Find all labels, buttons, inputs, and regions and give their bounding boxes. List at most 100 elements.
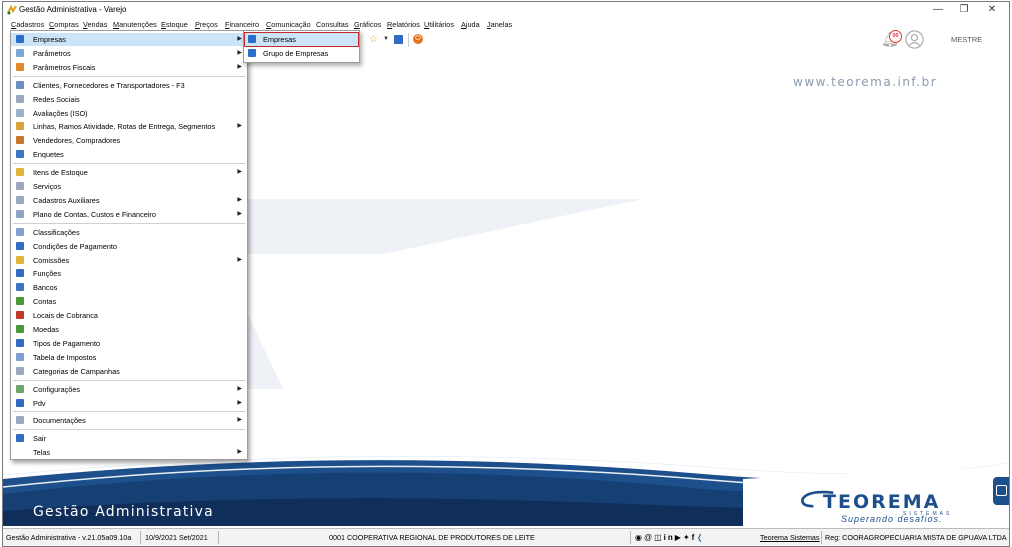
status-date: 10/9/2021 Set/2021 [145, 533, 208, 542]
menu-item-label: Sair [33, 434, 46, 444]
menu-precos[interactable]: Preços [195, 20, 218, 29]
linkedin-icon[interactable]: in [664, 533, 675, 542]
menu-item-empresas[interactable]: Empresas ▶ [11, 33, 247, 46]
menu-item-enquetes[interactable]: Enquetes [11, 148, 247, 161]
status-divider [630, 531, 631, 544]
params-icon [16, 48, 24, 57]
menu-separator [13, 75, 245, 77]
menu-compras[interactable]: Compras [49, 20, 79, 29]
menu-janelas[interactable]: Janelas [487, 20, 512, 29]
stock-icon [16, 168, 24, 177]
empresas-submenu: Empresas Grupo de Empresas [243, 30, 360, 63]
power-icon[interactable]: ⏻ [413, 34, 423, 44]
menu-consultas[interactable]: Consultas [316, 20, 348, 29]
rating-icon [16, 108, 24, 117]
menu-item-servicos[interactable]: Serviços [11, 180, 247, 193]
menu-item-tipos-de-pagamento[interactable]: Tipos de Pagamento [11, 337, 247, 350]
menu-item-itens-de-estoque[interactable]: Itens de Estoque ▶ [11, 166, 247, 179]
menu-item-locais-de-cobranca[interactable]: Locais de Cobranca [11, 309, 247, 322]
menu-item-funcoes[interactable]: Funções [11, 267, 247, 280]
commission-icon [16, 255, 24, 264]
menu-relatorios[interactable]: Relatórios [387, 20, 420, 29]
title-bar: Gestão Administrativa - Varejo — ❐ ✕ [3, 2, 1009, 18]
teorema-small-icon[interactable]: ❬ [696, 533, 705, 542]
menu-financeiro[interactable]: Financeiro [225, 20, 259, 29]
close-button[interactable]: ✕ [975, 2, 1009, 18]
menu-item-bancos[interactable]: Bancos [11, 281, 247, 294]
submenu-arrow-icon: ▶ [237, 196, 242, 203]
submenu-arrow-icon: ▶ [237, 399, 242, 406]
submenu-arrow-icon: ▶ [237, 210, 242, 217]
twitter-icon[interactable]: ✦ [683, 533, 692, 542]
menu-item-tabela-de-impostos[interactable]: Tabela de Impostos [11, 351, 247, 364]
menu-item-avaliacoes-iso[interactable]: Avaliações (ISO) [11, 107, 247, 120]
fiscal-icon [16, 62, 24, 71]
menu-item-moedas[interactable]: Moedas [11, 323, 247, 336]
menu-cadastros[interactable]: Cadastros [11, 20, 44, 29]
menu-item-comissoes[interactable]: Comissões ▶ [11, 254, 247, 267]
status-bar: Gestão Administrativa - v.21.05a09.10a 1… [3, 528, 1009, 546]
menu-manutencoes[interactable]: Manutenções [113, 20, 157, 29]
menu-item-cadastros-auxiliares[interactable]: Cadastros Auxiliares ▶ [11, 194, 247, 207]
menu-item-pdv[interactable]: Pdv ▶ [11, 397, 247, 410]
salesperson-icon [16, 136, 24, 145]
menu-item-configuracoes[interactable]: Configurações ▶ [11, 383, 247, 396]
menu-item-label: Pdv [33, 398, 46, 408]
submenu-arrow-icon: ▶ [237, 123, 242, 130]
menu-comunicacao[interactable]: Comunicação [266, 20, 311, 29]
menu-item-clientes-fornecedores-e-transportadores-f3[interactable]: Clientes, Fornecedores e Transportadores… [11, 79, 247, 92]
menu-item-parametros-fiscais[interactable]: Parâmetros Fiscais ▶ [11, 61, 247, 74]
billing-places-icon [16, 311, 24, 320]
menu-item-categorias-de-campanhas[interactable]: Categorias de Campanhas [11, 365, 247, 378]
menu-item-label: Bancos [33, 283, 58, 293]
menu-item-classificacoes[interactable]: Classificações [11, 226, 247, 239]
menu-item-telas[interactable]: Telas ▶ [11, 446, 247, 459]
menu-item-condicoes-de-pagamento[interactable]: Condições de Pagamento [11, 240, 247, 253]
menu-item-redes-sociais[interactable]: Redes Sociais [11, 93, 247, 106]
menu-estoque[interactable]: Estoque [161, 20, 188, 29]
classification-icon [16, 227, 24, 236]
app-logo-icon [7, 5, 17, 15]
menu-item-plano-de-contas-custos-e-financeiro[interactable]: Plano de Contas, Custos e Financeiro ▶ [11, 208, 247, 221]
status-divider [821, 531, 822, 544]
module-icon[interactable] [394, 35, 403, 44]
menu-item-contas[interactable]: Contas [11, 295, 247, 308]
submenu-item-label: Empresas [263, 35, 296, 44]
menu-graficos[interactable]: Gráficos [354, 20, 381, 29]
submenu-item-grupo-empresas[interactable]: Grupo de Empresas [245, 47, 358, 60]
instagram-icon[interactable]: ◫ [654, 533, 664, 542]
menu-item-label: Documentações [33, 416, 86, 426]
menu-item-parametros[interactable]: Parâmetros ▶ [11, 47, 247, 60]
folder-icon [248, 35, 256, 43]
side-panel-tab[interactable] [993, 477, 1009, 505]
menu-item-label: Plano de Contas, Custos e Financeiro [33, 209, 156, 219]
favorites-dropdown-icon[interactable]: ▼ [383, 36, 389, 42]
network-icon [16, 94, 24, 103]
menu-item-label: Parâmetros Fiscais [33, 62, 96, 72]
favorites-star-icon[interactable]: ☆ [369, 34, 378, 45]
menu-item-label: Categorias de Campanhas [33, 366, 120, 376]
menu-item-documentacoes[interactable]: Documentações ▶ [11, 414, 247, 427]
poll-icon [16, 150, 24, 159]
menu-ajuda[interactable]: Ajuda [461, 20, 480, 29]
teorema-link[interactable]: Teorema Sistemas [760, 533, 820, 542]
status-company: 0001 COOPERATIVA REGIONAL DE PRODUTORES … [329, 533, 535, 542]
functions-icon [16, 269, 24, 278]
status-version: Gestão Administrativa - v.21.05a09.10a [6, 533, 132, 542]
email-at-icon[interactable]: @ [644, 533, 654, 542]
menu-item-vendedores-compradores[interactable]: Vendedores, Compradores [11, 134, 247, 147]
youtube-icon[interactable]: ▶ [675, 533, 683, 542]
docs-icon [16, 416, 24, 425]
submenu-arrow-icon: ▶ [237, 49, 242, 56]
whatsapp-icon[interactable]: ◉ [635, 533, 644, 542]
submenu-item-empresas[interactable]: Empresas [244, 32, 359, 47]
menu-item-sair[interactable]: Sair [11, 432, 247, 445]
menu-utilitarios[interactable]: Utilitários [424, 20, 454, 29]
menu-item-label: Contas [33, 297, 57, 307]
payment-conditions-icon [16, 241, 24, 250]
menu-item-linhas-ramos-atividade-rotas-de-entrega-segmentos[interactable]: Linhas, Ramos Atividade, Rotas de Entreg… [11, 120, 247, 133]
app-window: Gestão Administrativa - Varejo — ❐ ✕ Cad… [2, 1, 1010, 547]
submenu-arrow-icon: ▶ [237, 385, 242, 392]
user-avatar-icon[interactable] [905, 30, 924, 49]
menu-vendas[interactable]: Vendas [83, 20, 107, 29]
